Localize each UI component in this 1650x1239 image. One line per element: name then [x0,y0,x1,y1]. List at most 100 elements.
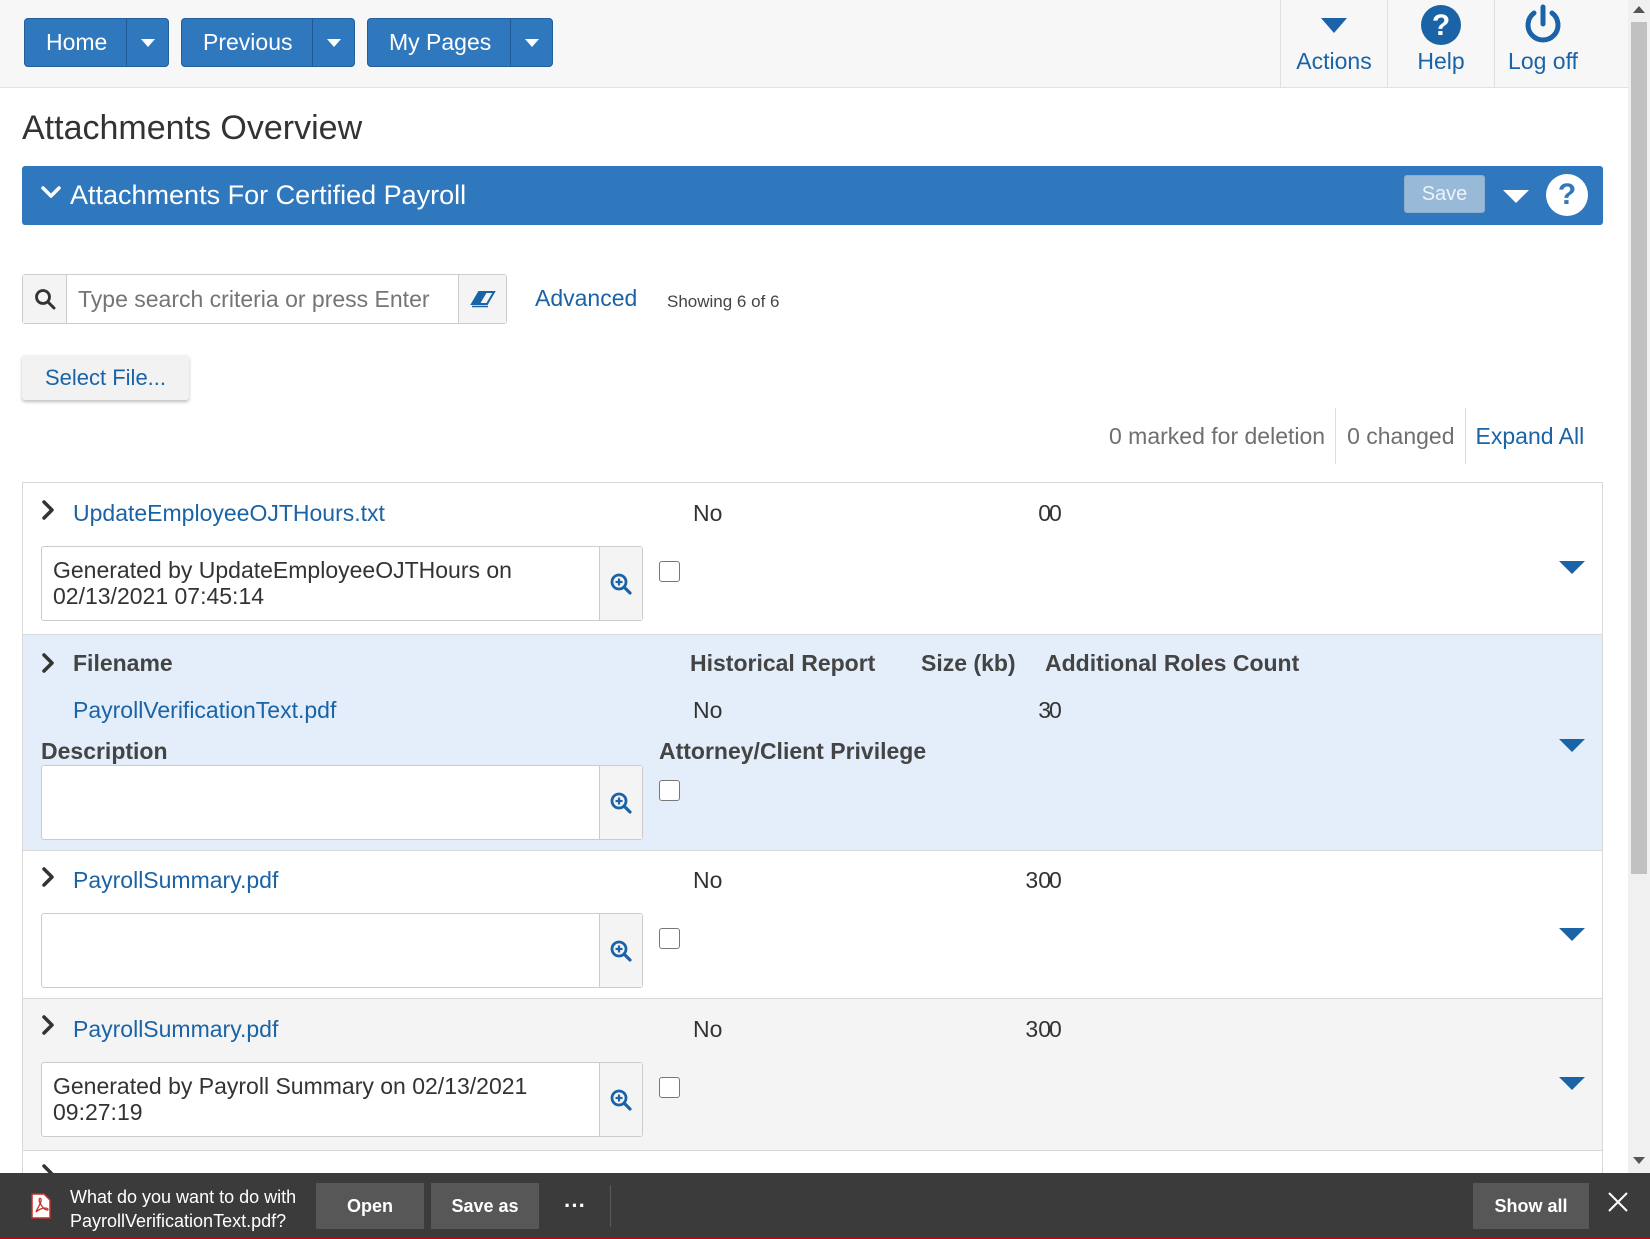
scroll-thumb[interactable] [1631,22,1647,874]
privilege-checkbox[interactable] [659,780,680,801]
advanced-search-link[interactable]: Advanced [535,285,637,312]
zoom-in-icon[interactable] [599,547,642,620]
historical-report-value: No [693,867,723,893]
historical-report-value: No [693,1016,723,1042]
chevron-down-icon [524,38,539,47]
historical-report-value: No [693,697,723,723]
help-icon: ? [1420,2,1462,48]
mypages-dropdown-toggle[interactable] [510,19,552,66]
download-bar: What do you want to do with PayrollVerif… [0,1173,1650,1239]
mypages-button-group: My Pages [367,18,553,67]
description-field[interactable] [41,913,643,988]
zoom-in-icon[interactable] [599,914,642,987]
filename-link[interactable]: PayrollVerificationText.pdf [73,697,336,724]
svg-text:?: ? [1432,9,1450,42]
more-options-button[interactable]: ··· [553,1183,597,1229]
change-counters: 0 marked for deletion 0 changed Expand A… [1098,408,1584,464]
search-input[interactable] [67,275,458,323]
power-icon [1522,2,1564,48]
row-menu-caret-icon[interactable] [1559,1077,1585,1090]
filename-column-header: Filename [73,650,173,676]
historical-report-value: No [693,500,723,526]
chevron-down-icon [326,38,341,47]
chevron-down-icon[interactable] [40,184,62,205]
page-title: Attachments Overview [22,109,363,147]
search-icon[interactable] [23,275,67,323]
panel-title: Attachments For Certified Payroll [70,180,467,210]
eraser-icon[interactable] [458,275,506,323]
attachments-panel-header[interactable]: Attachments For Certified Payroll Save ? [22,166,1603,225]
help-button[interactable]: ? Help [1387,0,1494,88]
save-button[interactable]: Save [1404,175,1485,213]
privilege-checkbox[interactable] [659,1077,680,1098]
row-menu-caret-icon[interactable] [1559,739,1585,752]
description-text[interactable]: Generated by UpdateEmployeeOJTHours on 0… [42,547,599,620]
home-button-group: Home [24,18,169,67]
zoom-in-icon[interactable] [599,1063,642,1136]
download-prompt: What do you want to do with PayrollVerif… [70,1185,296,1233]
caret-down-icon [1320,2,1348,48]
roles-count-value: 0 [1049,867,1062,893]
close-icon[interactable] [1607,1191,1629,1218]
description-field[interactable] [41,765,643,840]
roles-count-value: 0 [1049,500,1062,526]
divider [610,1185,611,1227]
filename-link[interactable]: UpdateEmployeeOJTHours.txt [73,500,385,527]
marked-for-deletion-count: 0 marked for deletion [1109,422,1326,449]
chevron-down-icon [140,38,155,47]
record-count-text: Showing 6 of 6 [667,292,780,311]
filename-link[interactable]: PayrollSummary.pdf [73,867,278,894]
list-item[interactable]: PayrollSummary.pdf No 30 0 [22,851,1603,999]
privilege-checkbox[interactable] [659,561,680,582]
privilege-checkbox[interactable] [659,928,680,949]
home-button[interactable]: Home [25,19,107,66]
description-text[interactable] [42,766,599,839]
download-prompt-line1: What do you want to do with [70,1187,297,1207]
expand-all-link[interactable]: Expand All [1466,423,1585,450]
save-as-button[interactable]: Save as [431,1183,539,1229]
chevron-right-icon[interactable] [41,1014,55,1041]
privilege-column-header: Attorney/Client Privilege [659,738,927,764]
attachments-list: UpdateEmployeeOJTHours.txt No 0 0 Genera… [22,482,1603,1191]
previous-dropdown-toggle[interactable] [312,19,354,66]
download-filename: PayrollVerificationText.pdf? [70,1211,287,1231]
help-label: Help [1417,48,1465,74]
row-menu-caret-icon[interactable] [1559,561,1585,574]
mypages-button[interactable]: My Pages [368,19,491,66]
panel-menu-caret-icon[interactable] [1503,190,1529,203]
description-text[interactable] [42,914,599,987]
open-button[interactable]: Open [316,1183,424,1229]
actions-menu-button[interactable]: Actions [1280,0,1387,88]
actions-label: Actions [1296,48,1372,74]
logoff-label: Log off [1508,48,1578,74]
roles-count-value: 0 [1049,1016,1062,1042]
filename-link[interactable]: PayrollSummary.pdf [73,1016,278,1043]
description-text[interactable]: Generated by Payroll Summary on 02/13/20… [42,1063,599,1136]
show-all-button[interactable]: Show all [1473,1183,1589,1229]
roles-count-column-header: Additional Roles Count [1045,650,1300,676]
list-item[interactable]: PayrollSummary.pdf No 30 0 Generated by … [22,999,1603,1151]
scroll-up-icon[interactable] [1633,6,1645,13]
historical-report-column-header: Historical Report [690,650,876,676]
chevron-right-icon[interactable] [41,499,55,526]
previous-button[interactable]: Previous [182,19,292,66]
list-item[interactable]: UpdateEmployeeOJTHours.txt No 0 0 Genera… [22,483,1603,635]
logoff-button[interactable]: Log off [1494,0,1591,88]
chevron-right-icon[interactable] [41,866,55,893]
scroll-down-icon[interactable] [1633,1157,1645,1164]
vertical-scrollbar[interactable] [1628,0,1650,1173]
roles-count-value: 0 [1049,697,1062,723]
home-dropdown-toggle[interactable] [126,19,168,66]
list-item-selected[interactable]: Filename Historical Report Size (kb) Add… [22,635,1603,851]
description-field[interactable]: Generated by Payroll Summary on 02/13/20… [41,1062,643,1137]
search-box [22,274,507,324]
size-value: 3 [1038,697,1051,723]
description-field[interactable]: Generated by UpdateEmployeeOJTHours on 0… [41,546,643,621]
zoom-in-icon[interactable] [599,766,642,839]
chevron-right-icon[interactable] [41,652,55,679]
row-menu-caret-icon[interactable] [1559,928,1585,941]
select-file-button[interactable]: Select File... [22,355,189,400]
changed-count: 0 changed [1347,422,1455,449]
pdf-file-icon [30,1193,52,1224]
panel-help-icon[interactable]: ? [1546,174,1588,216]
